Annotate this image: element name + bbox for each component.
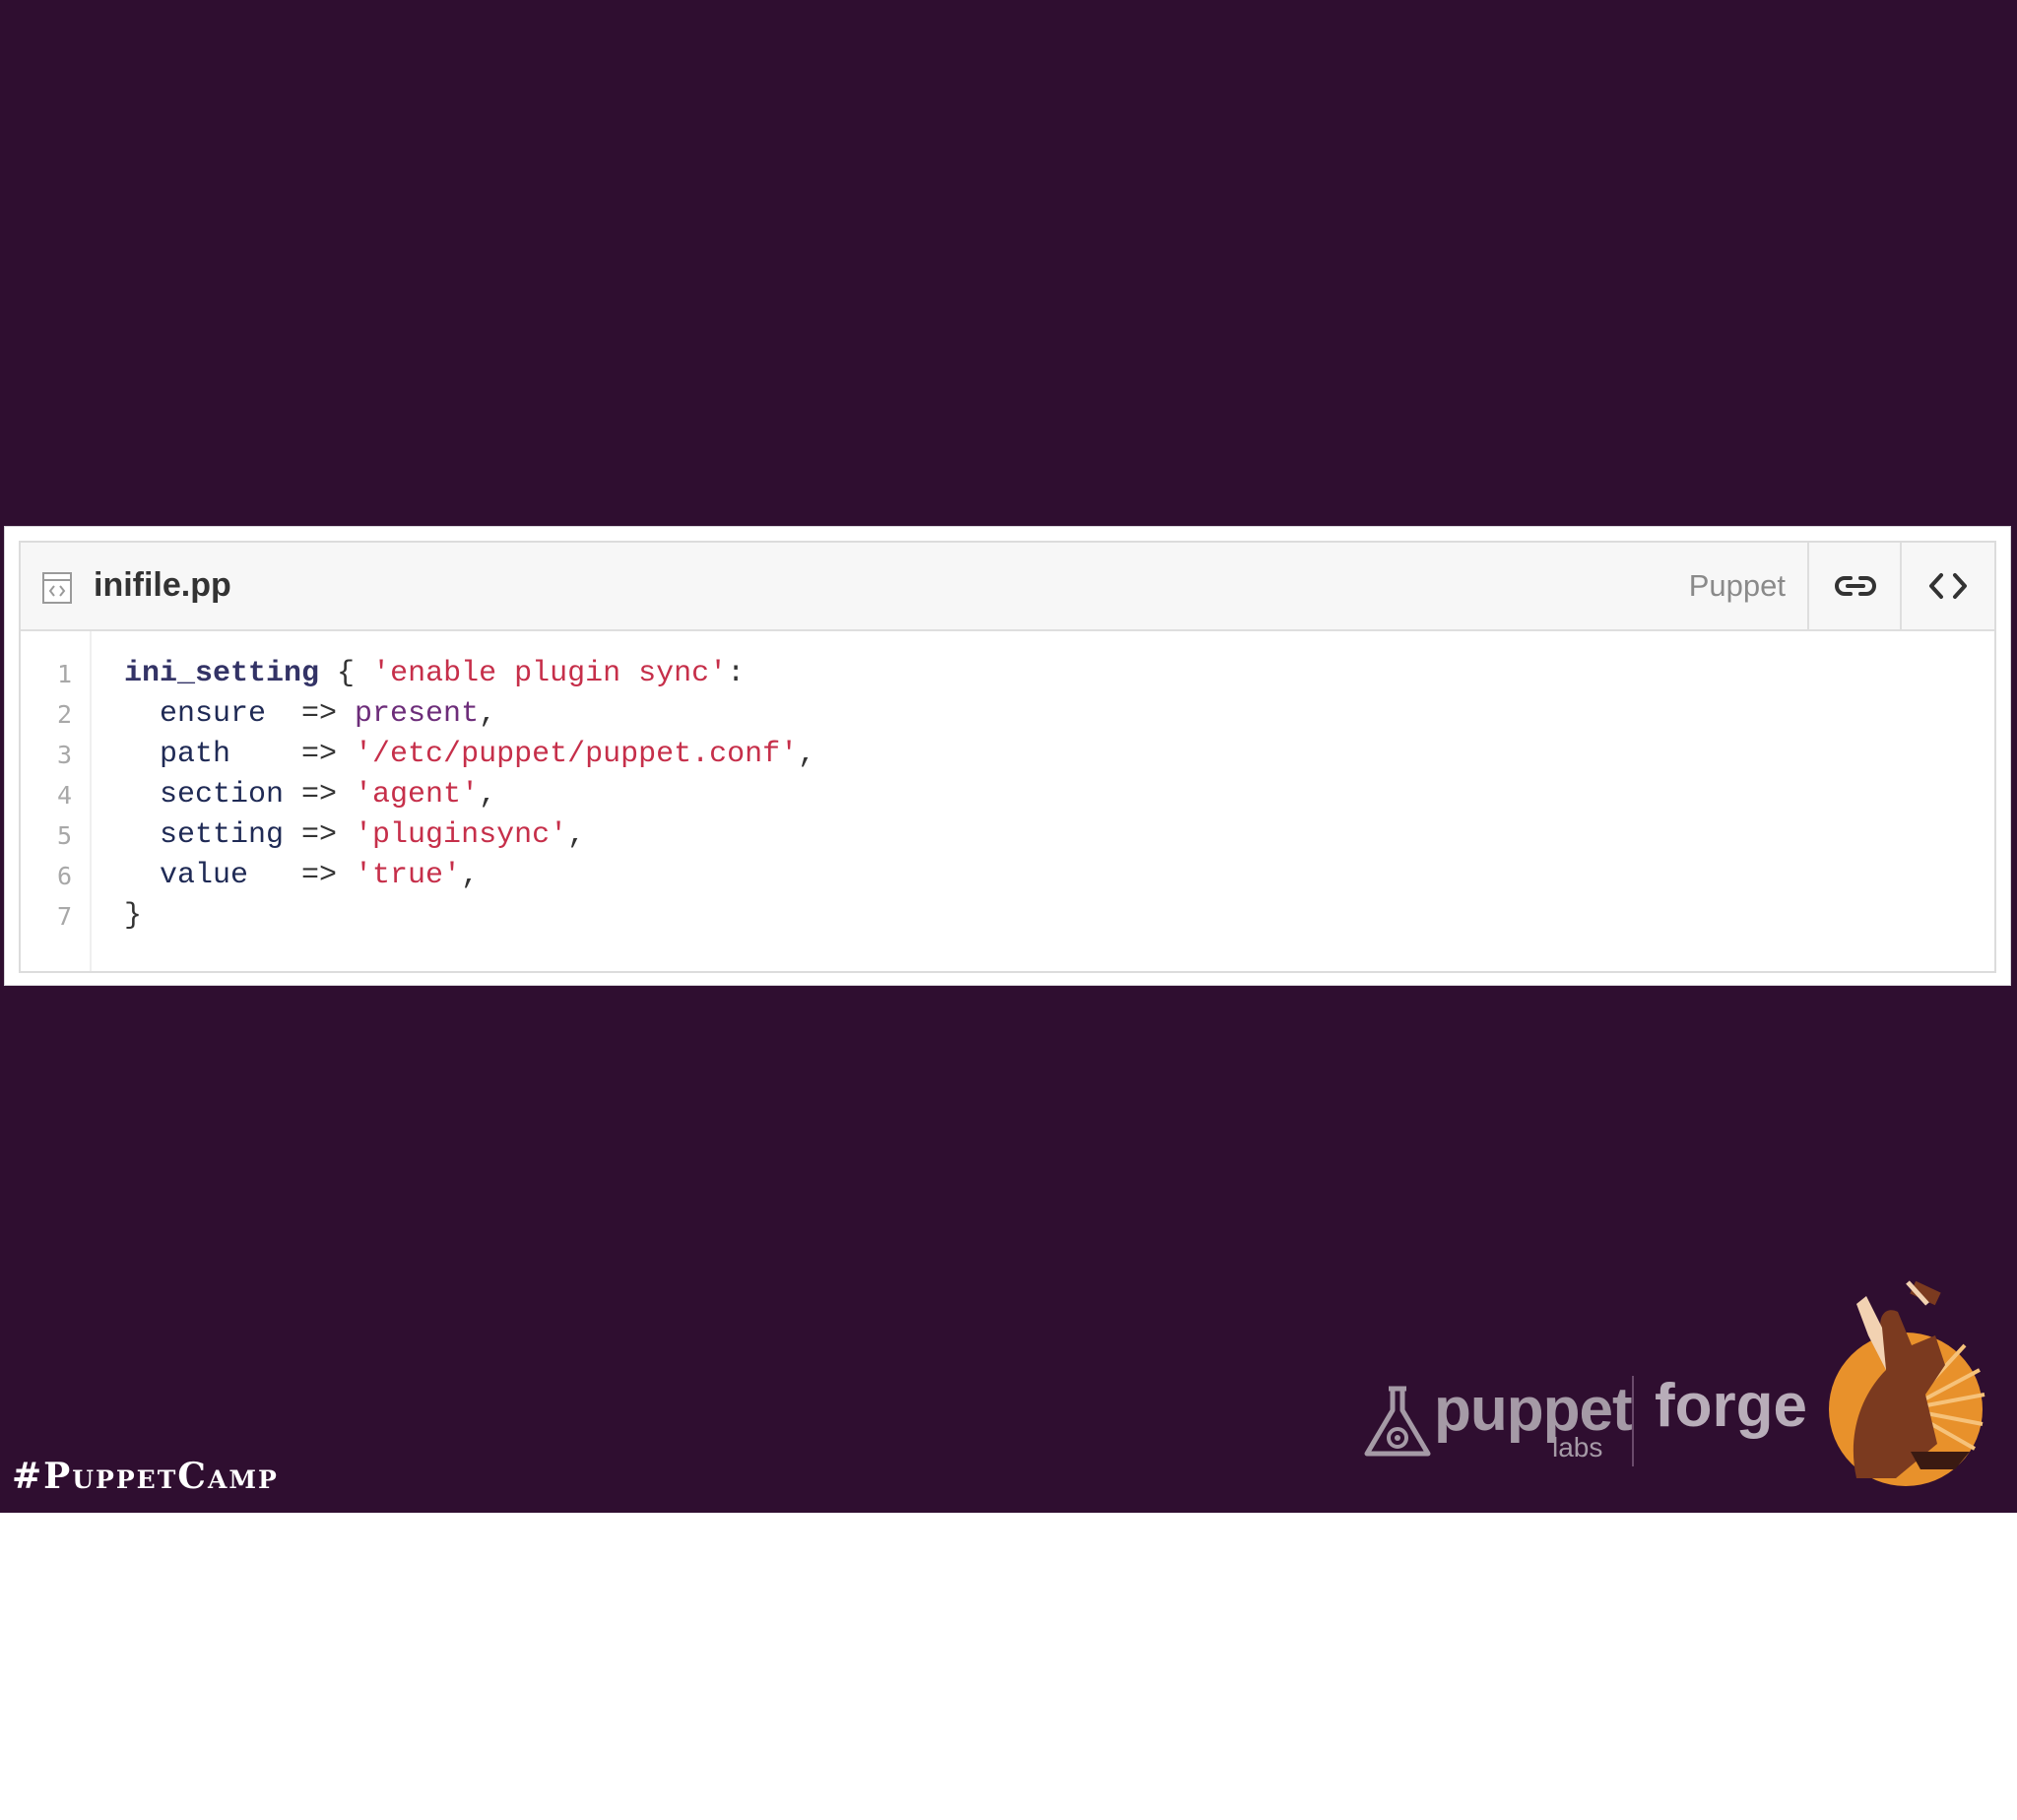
code-token: : xyxy=(727,657,746,690)
code-token: => xyxy=(301,697,356,731)
line-number[interactable]: 5 xyxy=(21,821,72,850)
code-token: , xyxy=(479,697,497,731)
line-number[interactable]: 3 xyxy=(21,741,72,769)
code-token: 'true' xyxy=(355,859,462,892)
code-token: => xyxy=(301,738,356,771)
gist-filename[interactable]: inifile.pp xyxy=(94,566,231,605)
gist-embed: inifile.pp Puppet 1 2 3 4 5 6 7 ini_setting {… xyxy=(4,526,2011,986)
line-number[interactable]: 7 xyxy=(21,902,72,931)
code-view: 1 2 3 4 5 6 7 ini_setting { 'enable plugin syn… xyxy=(21,631,1994,971)
code-token: => xyxy=(301,859,356,892)
gist-file-header: inifile.pp Puppet xyxy=(21,543,1994,631)
language-label: Puppet xyxy=(1688,568,1786,603)
blacksmith-icon xyxy=(1829,1280,1985,1486)
code-token: { xyxy=(319,657,373,690)
code-token: => xyxy=(301,818,356,852)
code-line: setting => 'pluginsync', xyxy=(124,818,585,852)
code-token: } xyxy=(124,899,143,933)
code-token: section xyxy=(124,778,302,812)
gist-file: inifile.pp Puppet 1 2 3 4 5 6 7 ini_setting {… xyxy=(19,541,1996,973)
code-token: 'enable plugin sync' xyxy=(372,657,728,690)
code-token: '/etc/puppet/puppet.conf' xyxy=(355,738,799,771)
line-number[interactable]: 4 xyxy=(21,781,72,810)
permalink-button[interactable] xyxy=(1807,543,1902,629)
line-number[interactable]: 1 xyxy=(21,660,72,688)
code-icon xyxy=(1929,573,1967,599)
hashtag-text: #PuppetCamp xyxy=(12,1456,279,1497)
code-line: ini_setting { 'enable plugin sync': xyxy=(124,657,745,690)
code-token: 'agent' xyxy=(355,778,480,812)
line-number-gutter: 1 2 3 4 5 6 7 xyxy=(21,631,92,971)
link-icon xyxy=(1835,576,1876,596)
code-token: 'pluginsync' xyxy=(355,818,568,852)
code-token: ensure xyxy=(124,697,302,731)
code-line: section => 'agent', xyxy=(124,778,496,812)
code-token: path xyxy=(124,738,302,771)
labs-wordmark: labs xyxy=(1552,1432,1603,1462)
puppet-flask-icon xyxy=(1364,1386,1431,1457)
puppet-labs-logo: puppet labs xyxy=(1363,1376,1633,1487)
view-raw-button[interactable] xyxy=(1900,543,1994,629)
code-token: , xyxy=(479,778,497,812)
code-token: , xyxy=(461,859,480,892)
file-code-icon xyxy=(42,572,72,604)
code-line: value => 'true', xyxy=(124,859,479,892)
slide-background: inifile.pp Puppet 1 2 3 4 5 6 7 ini_setting {… xyxy=(0,0,2017,1513)
code-line: } xyxy=(124,899,142,933)
code-line: ensure => present, xyxy=(124,697,496,731)
code-token: value xyxy=(124,859,302,892)
code-token: ini_setting xyxy=(124,657,320,690)
code-token: => xyxy=(301,778,356,812)
line-number[interactable]: 6 xyxy=(21,862,72,890)
logo-divider xyxy=(1632,1376,1634,1466)
code-line: path => '/etc/puppet/puppet.conf', xyxy=(124,738,815,771)
code-token: , xyxy=(567,818,586,852)
code-token: present xyxy=(355,697,480,731)
line-number[interactable]: 2 xyxy=(21,700,72,729)
code-token: setting xyxy=(124,818,302,852)
code-token: , xyxy=(798,738,816,771)
forge-wordmark: forge xyxy=(1655,1372,1807,1440)
